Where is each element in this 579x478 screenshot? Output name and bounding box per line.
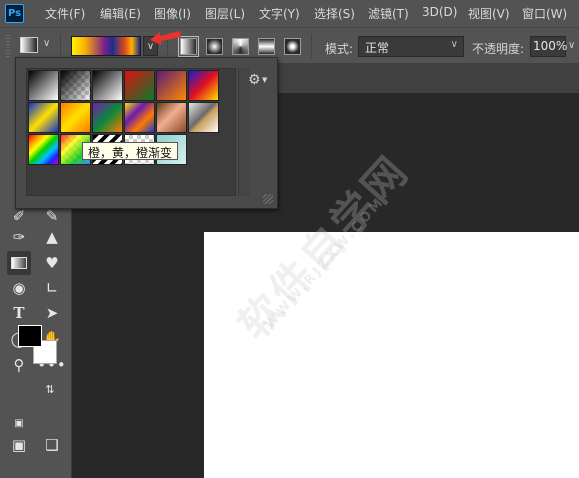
divider [311,34,312,58]
gradient-preset[interactable] [156,70,187,101]
gradient-preset[interactable] [28,70,59,101]
menu-file[interactable]: 文件(F) [45,5,85,22]
menu-image[interactable]: 图像(I) [154,5,191,22]
default-colors-icon[interactable]: ▣ [11,415,27,431]
chevron-down-icon: ∨ [450,39,458,50]
gradient-preset[interactable] [60,102,91,133]
menu-edit[interactable]: 编辑(E) [100,5,141,22]
path-selection-icon[interactable]: ∟ [40,276,64,300]
menu-filter[interactable]: 滤镜(T) [368,5,409,22]
gradient-picker-panel: ⚙ ▼ [15,57,278,209]
opacity-label: 不透明度: [472,42,525,56]
gradient-preset[interactable] [124,70,155,101]
dodge-tool-icon[interactable]: ◉ [7,276,31,300]
gear-icon[interactable]: ⚙ [248,72,261,88]
annotation-arrow-icon [150,31,181,45]
gradient-preset[interactable] [92,70,123,101]
chevron-down-icon[interactable]: ▼ [262,76,267,84]
gradient-tool-icon[interactable] [7,251,31,275]
gradient-preset[interactable] [28,134,59,165]
menu-select[interactable]: 选择(S) [314,5,355,22]
options-bar-grip[interactable] [6,35,10,57]
menu-bar: Ps 文件(F) 编辑(E) 图像(I) 图层(L) 文字(Y) 选择(S) 滤… [0,0,579,27]
menu-3d[interactable]: 3D(D) [422,5,457,19]
photoshop-logo: Ps [5,4,24,23]
swap-colors-icon[interactable]: ⇅ [42,381,58,397]
gradient-preset[interactable] [28,102,59,133]
gradient-preset[interactable] [156,102,187,133]
resize-handle[interactable] [263,194,273,204]
menu-view[interactable]: 视图(V) [468,5,510,22]
eraser-tool-icon[interactable]: ▲ [40,225,64,249]
blur-tool-icon[interactable]: ♥ [40,251,64,275]
reflected-gradient-button[interactable] [258,38,275,55]
tool-preset-picker[interactable] [20,37,38,53]
gradient-preset[interactable] [92,102,123,133]
preset-tooltip: 橙，黄，橙渐变 [82,142,179,160]
foreground-color-swatch[interactable] [18,325,42,347]
zoom-tool-icon[interactable]: ⚲ [7,353,31,377]
menu-window[interactable]: 窗口(W) [522,5,567,22]
opacity-field[interactable]: 100% [530,36,567,57]
diamond-gradient-button[interactable] [284,38,301,55]
blend-mode-select[interactable]: 正常 ∨ [358,36,464,57]
chevron-down-icon[interactable]: ∨ [568,40,575,51]
menu-type[interactable]: 文字(Y) [259,5,300,22]
blend-mode-value: 正常 [365,41,390,55]
screen-mode-icon[interactable]: ❑ [40,433,64,457]
gradient-preset[interactable] [124,102,155,133]
gradient-preset[interactable] [188,102,219,133]
menu-layer[interactable]: 图层(L) [205,5,245,22]
divider [60,34,61,58]
gradient-preset[interactable] [60,70,91,101]
gradient-preset[interactable] [188,70,219,101]
quick-mask-icon[interactable]: ▣ [7,433,31,457]
gradient-editor-swatch[interactable] [71,36,141,56]
gradient-preset-list [26,68,236,196]
history-brush-tool-icon[interactable]: ✑ [7,225,31,249]
mode-label: 模式: [325,42,354,56]
radial-gradient-button[interactable] [206,38,223,55]
chevron-down-icon[interactable]: ∨ [43,38,50,49]
direct-selection-icon[interactable]: ➤ [40,301,64,325]
angle-gradient-button[interactable] [232,38,249,55]
type-tool-icon[interactable]: T [7,301,31,325]
